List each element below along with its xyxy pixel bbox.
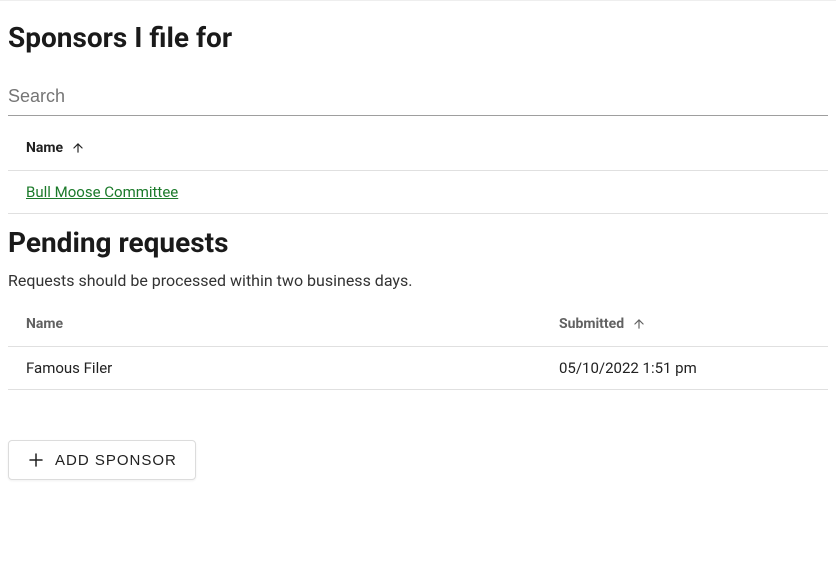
search-container bbox=[8, 78, 828, 116]
add-sponsor-label: ADD SPONSOR bbox=[55, 452, 177, 469]
pending-col-submitted[interactable]: Submitted bbox=[541, 302, 828, 347]
col-submitted-label: Submitted bbox=[559, 316, 624, 332]
plus-icon bbox=[27, 451, 45, 469]
sponsors-title: Sponsors I file for bbox=[8, 21, 828, 54]
pending-row-name: Famous Filer bbox=[8, 347, 541, 390]
table-row: Famous Filer 05/10/2022 1:51 pm bbox=[8, 347, 828, 390]
col-name-label: Name bbox=[26, 140, 63, 156]
sponsors-table: Name Bull Moose Committee bbox=[8, 126, 828, 214]
arrow-up-icon bbox=[71, 141, 85, 155]
arrow-up-icon bbox=[632, 317, 646, 331]
col-name-label: Name bbox=[26, 316, 63, 332]
pending-title: Pending requests bbox=[8, 226, 828, 259]
sponsors-col-name[interactable]: Name bbox=[8, 126, 828, 171]
pending-col-name[interactable]: Name bbox=[8, 302, 541, 347]
search-input[interactable] bbox=[8, 78, 828, 116]
add-sponsor-button[interactable]: ADD SPONSOR bbox=[8, 440, 196, 480]
pending-row-submitted: 05/10/2022 1:51 pm bbox=[541, 347, 828, 390]
table-row: Bull Moose Committee bbox=[8, 171, 828, 214]
sponsor-link[interactable]: Bull Moose Committee bbox=[26, 183, 178, 201]
pending-table: Name Submitted Famous Filer 05/10/2022 1… bbox=[8, 302, 828, 390]
pending-subtitle: Requests should be processed within two … bbox=[8, 271, 828, 290]
